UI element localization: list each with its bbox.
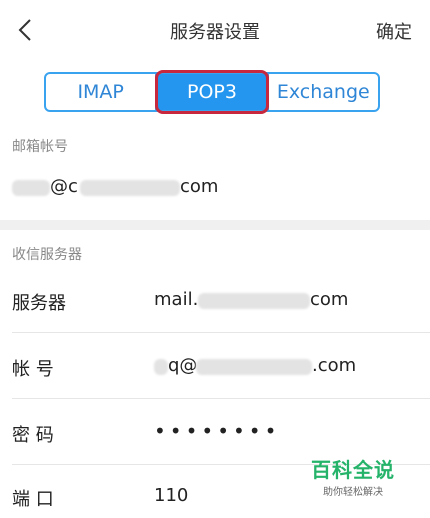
confirm-button[interactable]: 确定 [376,18,412,44]
watermark-title: 百科全说 [311,458,395,482]
server-value-suffix[interactable]: com [310,289,348,310]
account-value-suffix[interactable]: .com [312,355,356,376]
watermark-subtitle: 助你轻松解决 [323,487,383,498]
protocol-tabs: IMAP POP3 Exchange [44,72,380,112]
password-field[interactable]: •••••••• [154,419,280,443]
watermark-logo: 百科全说 助你轻松解决 [308,454,398,498]
section-divider [0,220,430,230]
header-bar: 服务器设置 确定 [0,0,430,60]
port-field[interactable]: 110 [154,485,188,506]
tab-exchange[interactable]: Exchange [266,74,378,110]
password-label: 密 码 [12,425,54,446]
tab-imap[interactable]: IMAP [46,74,155,110]
row-divider [12,332,430,333]
redacted-block [12,180,50,196]
account-label: 帐 号 [12,359,54,380]
tab-pop3[interactable]: POP3 [155,74,267,110]
server-label: 服务器 [12,293,66,314]
redacted-block [80,180,180,196]
redacted-block [154,359,168,375]
email-suffix: com [180,176,219,197]
redacted-block [198,293,310,309]
account-section-label: 邮箱帐号 [12,139,68,155]
port-label: 端 口 [12,489,54,510]
redacted-block [196,359,312,375]
account-value-prefix[interactable]: q@ [168,355,197,376]
incoming-section-label: 收信服务器 [12,247,82,263]
server-value-prefix[interactable]: mail. [154,289,198,310]
row-divider [12,398,430,399]
email-prefix: @c [50,176,78,197]
page-title: 服务器设置 [170,22,260,43]
